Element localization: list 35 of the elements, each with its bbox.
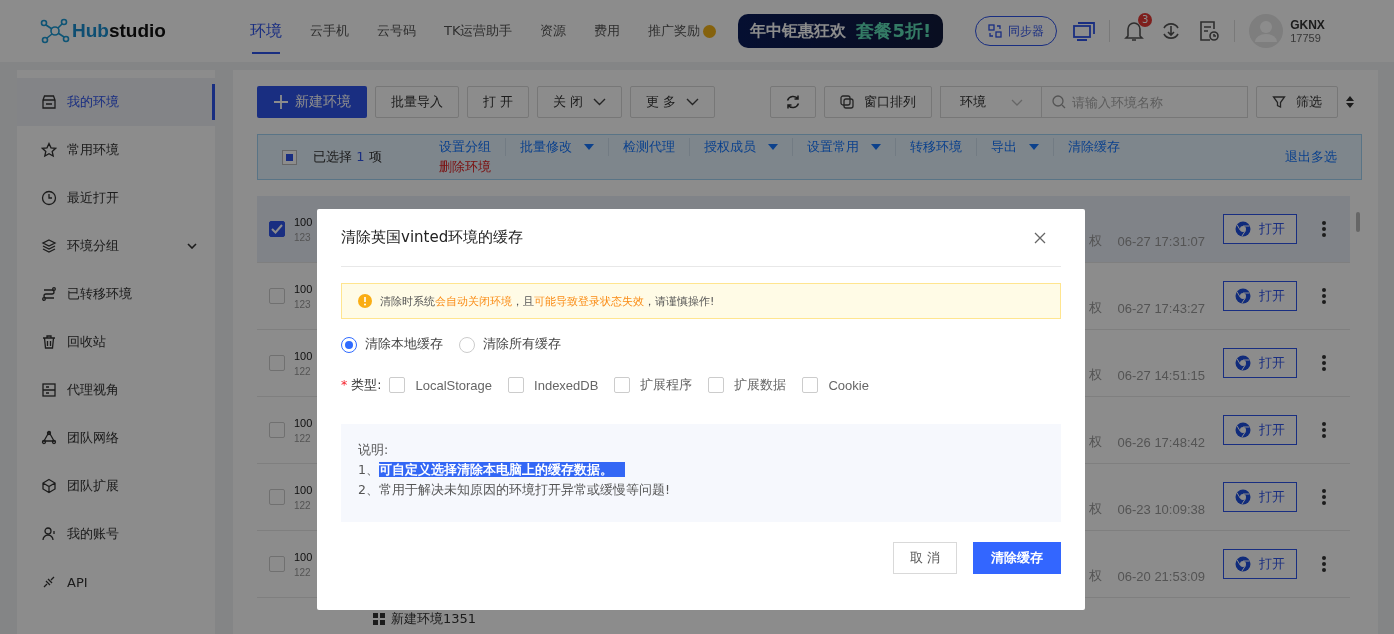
dialog-title: 清除英国vinted环境的缓存 bbox=[341, 228, 524, 247]
permission-text: 权 bbox=[1088, 500, 1102, 518]
environment-code: 100 bbox=[294, 483, 313, 496]
warning-text: 清除时系统会自动关闭环境，且可能导致登录状态失效，请谨慎操作! bbox=[380, 293, 715, 309]
open-time: 06-23 10:09:38 bbox=[1117, 501, 1205, 517]
environment-id: 122 bbox=[294, 365, 312, 377]
selection-count: 已选择 1 项 bbox=[313, 148, 383, 166]
open-time: 06-26 17:48:42 bbox=[1117, 434, 1205, 450]
type-label: * 类型: bbox=[341, 376, 382, 394]
open-time: 06-27 14:51:15 bbox=[1117, 367, 1205, 383]
note-line: 1、可自定义选择清除本电脑上的缓存数据。 bbox=[358, 462, 1044, 479]
note-line: 2、常用于解决未知原因的环境打开异常或缓慢等问题! bbox=[358, 482, 671, 499]
note-title: 说明: bbox=[358, 442, 390, 459]
environment-code: 100 bbox=[294, 416, 313, 429]
user-name: GKNX bbox=[1290, 18, 1325, 32]
permission-text: 权 bbox=[1088, 366, 1102, 384]
permission-text: 权 bbox=[1088, 433, 1102, 451]
banner-offer: 套餐5折! bbox=[856, 19, 932, 43]
environment-code: 100 bbox=[294, 349, 313, 362]
banner-text: 年中钜惠狂欢 bbox=[750, 20, 847, 42]
environment-id: 123 bbox=[294, 298, 312, 310]
environment-id: 122 bbox=[294, 499, 312, 511]
environment-code: 100 bbox=[294, 550, 313, 563]
environment-id: 122 bbox=[294, 566, 312, 578]
permission-text: 权 bbox=[1088, 299, 1102, 317]
environment-id: 122 bbox=[294, 432, 312, 444]
user-phone: 17759 bbox=[1290, 32, 1322, 44]
notification-badge: 3 bbox=[1138, 13, 1153, 27]
logo-text: Hubstudio bbox=[72, 20, 166, 42]
open-time: 06-20 21:53:09 bbox=[1117, 568, 1205, 584]
open-time: 06-27 17:43:27 bbox=[1117, 300, 1205, 316]
group-name: 新建环境1351 bbox=[391, 610, 477, 628]
environment-code: 100 bbox=[294, 282, 313, 295]
environment-code: 100 bbox=[294, 215, 313, 228]
permission-text: 权 bbox=[1088, 567, 1102, 585]
